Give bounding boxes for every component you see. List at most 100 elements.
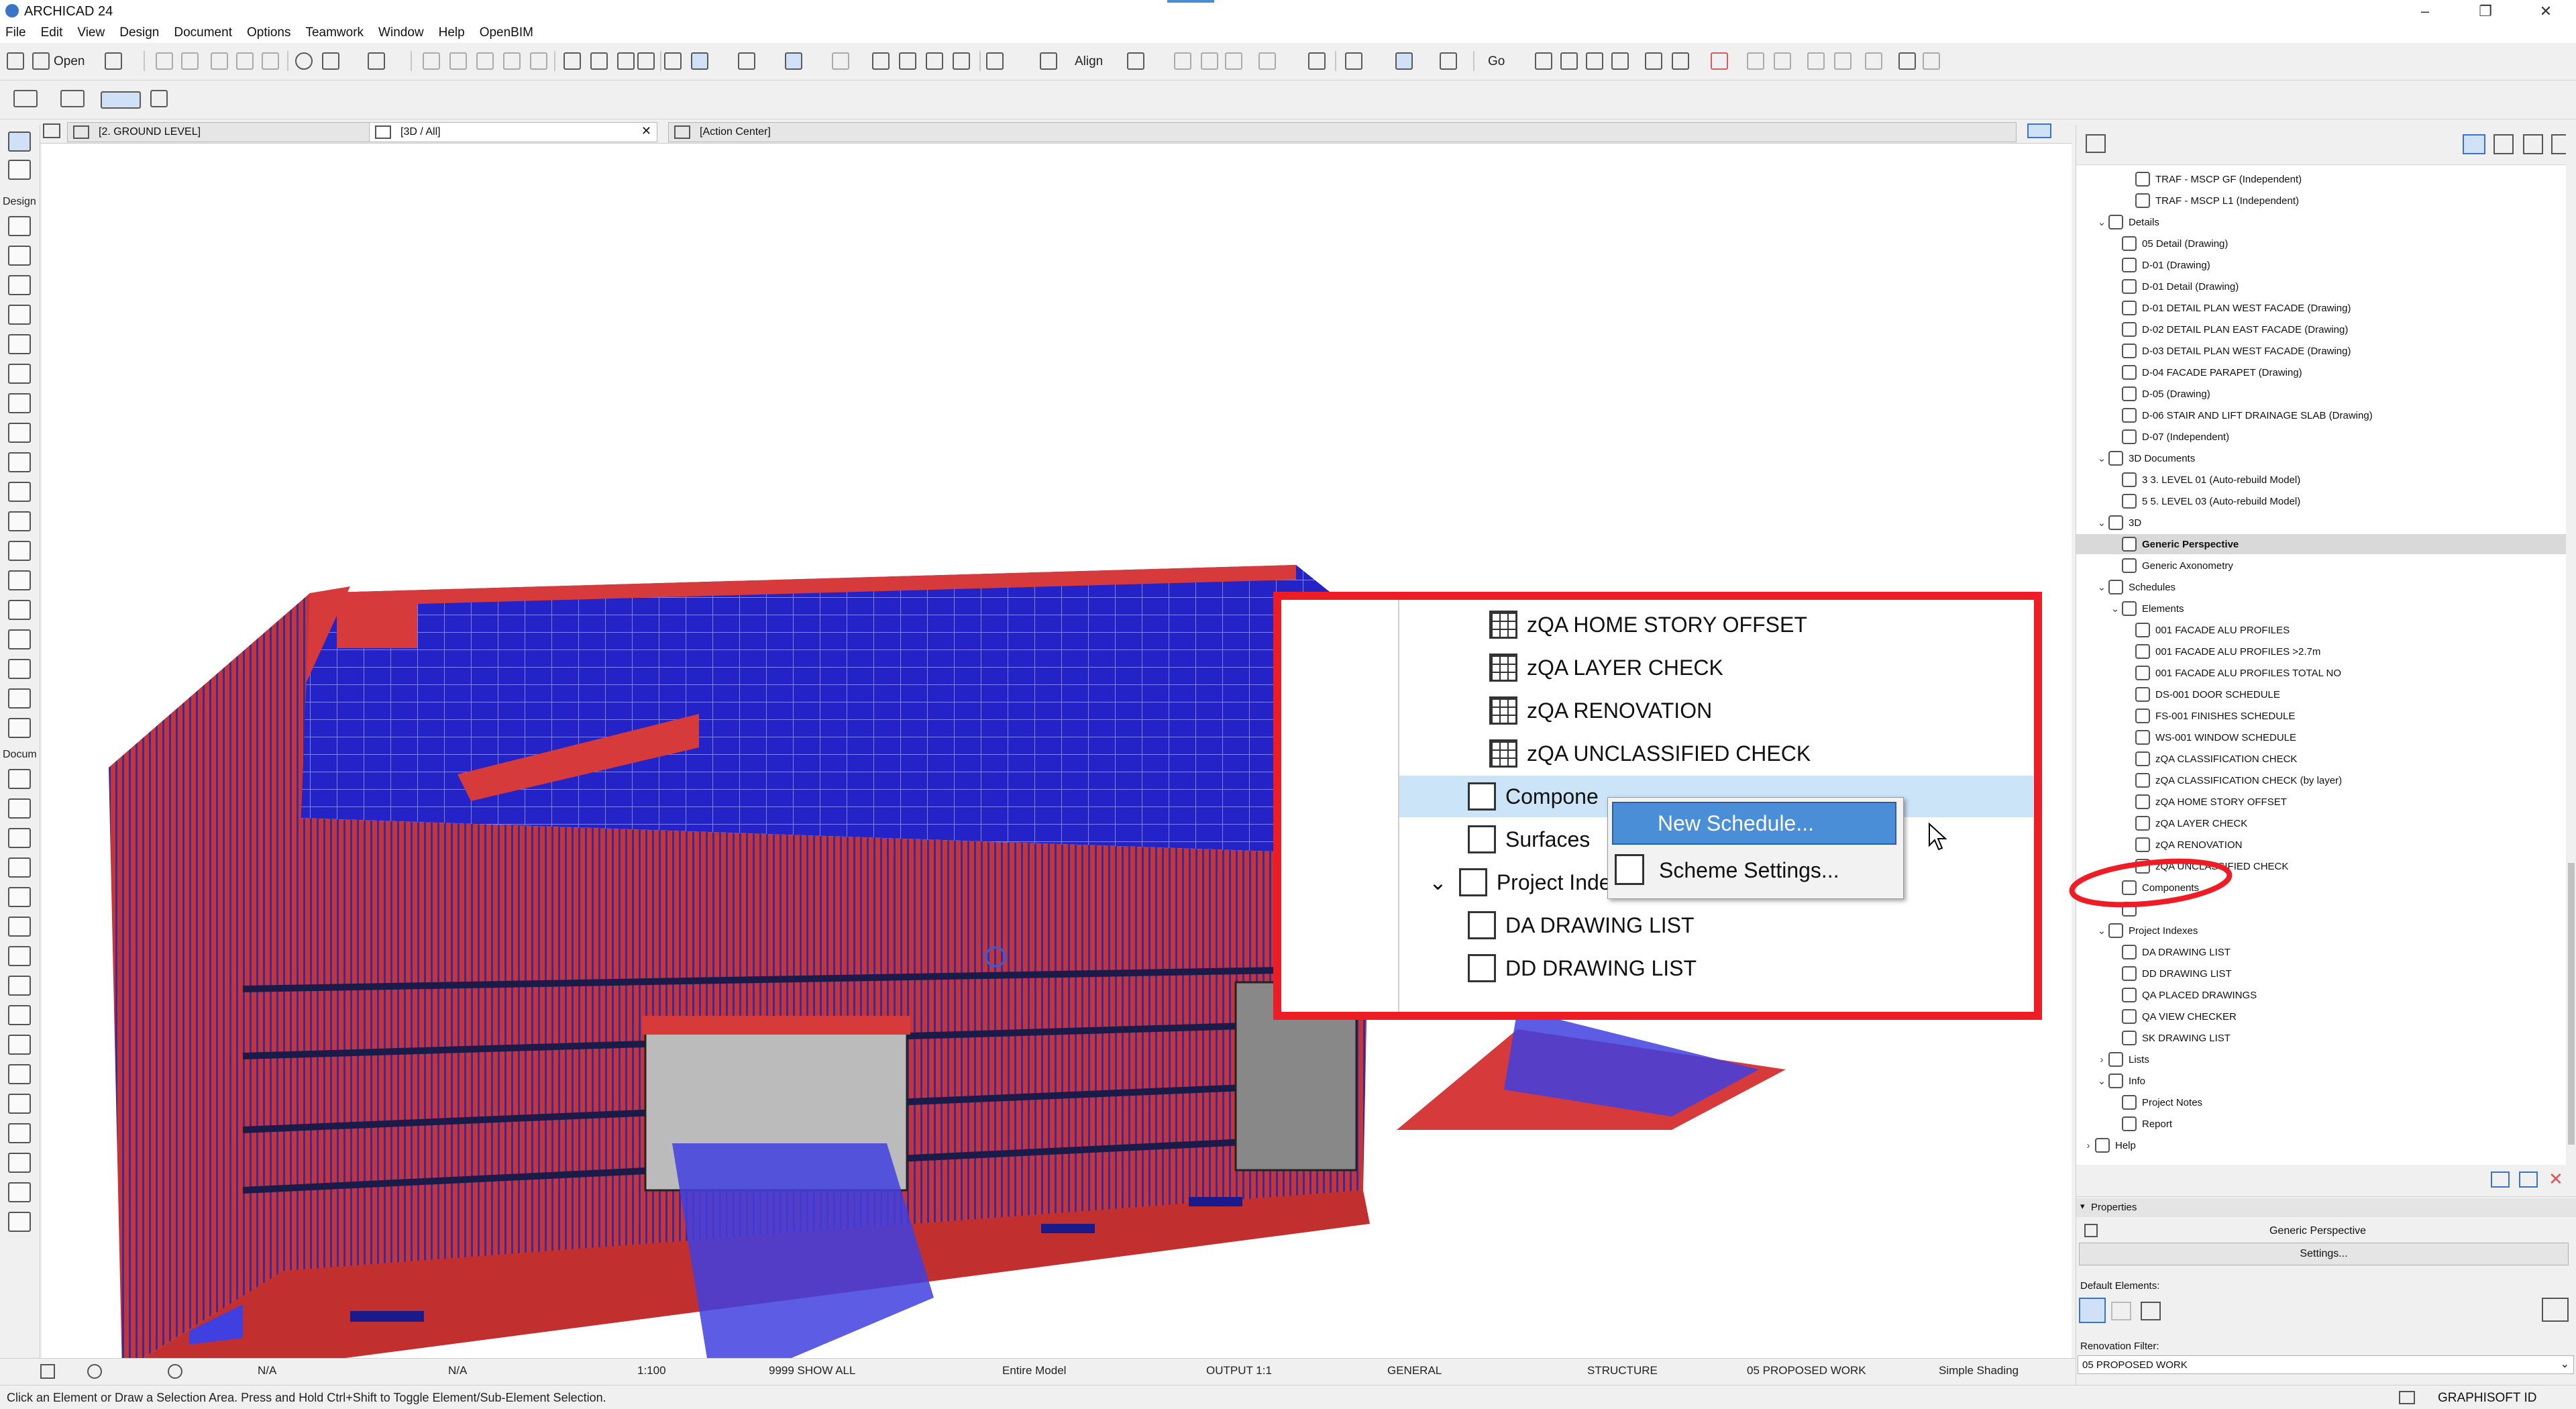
- navigator-item[interactable]: TRAF - MSCP L1 (Independent): [2076, 191, 2566, 211]
- navigator-item[interactable]: ⌄ Info: [2076, 1071, 2566, 1091]
- expand-toggle-icon[interactable]: ⌄: [2095, 452, 2108, 464]
- navigator-item[interactable]: › Help: [2076, 1135, 2566, 1155]
- layer-combo-value[interactable]: 9999 SHOW ALL: [769, 1364, 855, 1377]
- bim-cloud-icon[interactable]: [1898, 52, 1916, 70]
- align-icon[interactable]: [1040, 52, 1057, 70]
- expand-toggle-icon[interactable]: ⌄: [2095, 216, 2108, 228]
- callout-item[interactable]: zQA RENOVATION: [1489, 696, 1712, 725]
- grid-toggle-icon[interactable]: [664, 52, 682, 70]
- marquee-3d-icon[interactable]: [60, 90, 85, 107]
- padlock-icon[interactable]: [832, 52, 849, 70]
- restore-button[interactable]: ❐: [2455, 0, 2516, 23]
- menu-options[interactable]: Options: [247, 25, 290, 40]
- elevation-tool-icon[interactable]: [8, 1064, 31, 1084]
- default-elements-icon[interactable]: [2079, 1298, 2106, 1323]
- dimension-tool-icon[interactable]: [8, 769, 31, 789]
- polyline-tool-icon[interactable]: [8, 976, 31, 996]
- syringe-icon[interactable]: [617, 52, 635, 70]
- angle-value-1[interactable]: N/A: [258, 1364, 276, 1377]
- navigator-item[interactable]: 05 Detail (Drawing): [2076, 233, 2566, 254]
- copy-icon[interactable]: [236, 52, 254, 70]
- teamwork-receive-icon[interactable]: [1774, 52, 1791, 70]
- minimize-button[interactable]: –: [2395, 0, 2455, 23]
- triangle-icon[interactable]: [1258, 52, 1276, 70]
- menu-window[interactable]: Window: [378, 25, 424, 40]
- navigator-item[interactable]: 001 FACADE ALU PROFILES: [2076, 620, 2566, 640]
- release-icon[interactable]: [1834, 52, 1851, 70]
- stretch-icon[interactable]: [1127, 52, 1144, 70]
- fillet-icon[interactable]: [1201, 52, 1218, 70]
- view-icon[interactable]: [368, 52, 385, 70]
- navigator-item[interactable]: DS-001 DOOR SCHEDULE: [2076, 684, 2566, 704]
- camera-icon[interactable]: [1611, 52, 1629, 70]
- expand-toggle-icon[interactable]: ›: [2082, 1140, 2095, 1151]
- new-folder-icon[interactable]: [2519, 1171, 2538, 1188]
- detail-tool-icon[interactable]: [8, 1153, 31, 1173]
- project-map-icon[interactable]: [2463, 134, 2485, 154]
- eyedropper-icon[interactable]: [590, 52, 608, 70]
- navigator-item[interactable]: Generic Axonometry: [2076, 556, 2566, 576]
- cut-icon[interactable]: [211, 52, 228, 70]
- elevation-icon[interactable]: [1308, 52, 1326, 70]
- elevate-icon[interactable]: [872, 52, 890, 70]
- navigator-item[interactable]: ⌄ Details: [2076, 212, 2566, 232]
- worksheet-tool-icon[interactable]: [8, 1123, 31, 1143]
- 3d-window-icon[interactable]: [1395, 52, 1413, 70]
- navigator-item[interactable]: ⌄ Schedules: [2076, 577, 2566, 597]
- arrow-left-icon[interactable]: [423, 52, 440, 70]
- navigator-item[interactable]: 001 FACADE ALU PROFILES TOTAL NO: [2076, 663, 2566, 683]
- navigator-item[interactable]: zQA CLASSIFICATION CHECK (by layer): [2076, 770, 2566, 790]
- orbit-icon[interactable]: [1560, 52, 1578, 70]
- roof-tool-icon[interactable]: [8, 452, 31, 472]
- layout-book-icon[interactable]: [2523, 134, 2543, 154]
- navigator-item[interactable]: DA DRAWING LIST: [2076, 942, 2566, 962]
- home-icon[interactable]: [1535, 52, 1552, 70]
- angle-value-2[interactable]: N/A: [448, 1364, 467, 1377]
- callout-item[interactable]: DA DRAWING LIST: [1468, 911, 1695, 939]
- group-icon[interactable]: [986, 52, 1004, 70]
- curtain-wall-tool-icon[interactable]: [8, 541, 31, 561]
- navigator-item[interactable]: 001 FACADE ALU PROFILES >2.7m: [2076, 641, 2566, 662]
- user-icon[interactable]: [2399, 1391, 2415, 1404]
- navigator-item[interactable]: D-01 Detail (Drawing): [2076, 276, 2566, 297]
- fit-icon[interactable]: [168, 1364, 182, 1379]
- navigator-item[interactable]: FS-001 FINISHES SCHEDULE: [2076, 706, 2566, 726]
- clone-folder-icon[interactable]: [2491, 1171, 2510, 1188]
- navigator-item[interactable]: ⌄ 3D Documents: [2076, 448, 2566, 468]
- explore-icon[interactable]: [1586, 52, 1603, 70]
- save-icon[interactable]: [105, 52, 122, 70]
- navigator-item[interactable]: zQA LAYER CHECK: [2076, 813, 2566, 833]
- distribute-icon[interactable]: [899, 52, 916, 70]
- info-icon[interactable]: [295, 52, 313, 70]
- teamwork-send-icon[interactable]: [1747, 52, 1764, 70]
- message-icon[interactable]: [1865, 52, 1882, 70]
- drawing-tool-icon[interactable]: [8, 1005, 31, 1025]
- arc-tool-icon[interactable]: [8, 946, 31, 966]
- navigator-menu-icon[interactable]: [2086, 134, 2106, 153]
- object-tool-icon[interactable]: [8, 600, 31, 620]
- model-filter-value[interactable]: Entire Model: [1002, 1364, 1066, 1377]
- navigator-item[interactable]: ⌄ Project Indexes: [2076, 921, 2566, 941]
- expand-toggle-icon[interactable]: ⌄: [2095, 925, 2108, 937]
- skylight-tool-icon[interactable]: [8, 511, 31, 531]
- layout-icon[interactable]: [1440, 52, 1457, 70]
- properties-header[interactable]: ▾ Properties: [2076, 1198, 2576, 1217]
- lamp-tool-icon[interactable]: [8, 688, 31, 709]
- navigator-item[interactable]: D-04 FACADE PARAPET (Drawing): [2076, 362, 2566, 382]
- slab-tool-icon[interactable]: [8, 364, 31, 384]
- callout-item[interactable]: zQA HOME STORY OFFSET: [1489, 611, 1807, 639]
- marquee-icon[interactable]: [13, 90, 38, 107]
- snap-points-icon[interactable]: [785, 52, 802, 70]
- navigator-item[interactable]: zQA CLASSIFICATION CHECK: [2076, 749, 2566, 769]
- interior-elevation-tool-icon[interactable]: [8, 1094, 31, 1114]
- rotate-view-icon[interactable]: [101, 91, 141, 109]
- arrow-down-icon[interactable]: [503, 52, 521, 70]
- tab-action-center[interactable]: [Action Center]: [668, 122, 2017, 142]
- navigator-item[interactable]: zQA HOME STORY OFFSET: [2076, 792, 2566, 812]
- level-dimension-tool-icon[interactable]: [8, 798, 31, 819]
- navigator-item[interactable]: QA PLACED DRAWINGS: [2076, 985, 2566, 1005]
- navigator-item[interactable]: 5 5. LEVEL 03 (Auto-rebuild Model): [2076, 491, 2566, 511]
- snap-icon[interactable]: [738, 52, 755, 70]
- tab-ground-level[interactable]: [2. GROUND LEVEL]: [67, 122, 396, 142]
- view-map-icon[interactable]: [2493, 134, 2514, 154]
